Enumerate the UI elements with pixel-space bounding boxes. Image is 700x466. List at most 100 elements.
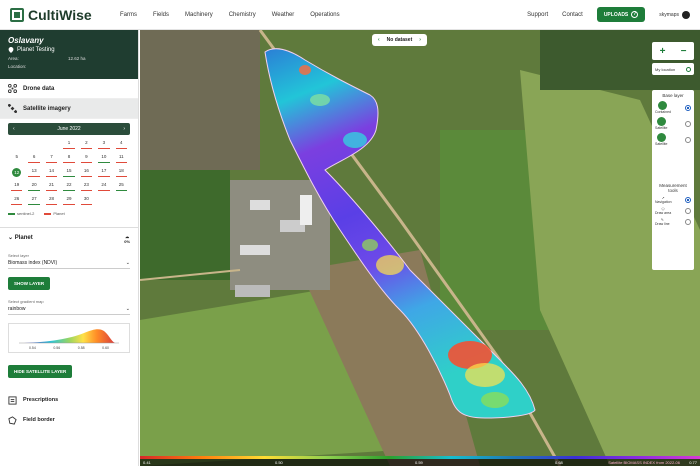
calendar-day-number: 16 — [83, 168, 89, 173]
calendar-day-number: 21 — [49, 182, 55, 187]
calendar-day[interactable]: 24 — [95, 182, 112, 191]
base-layer-option[interactable]: Satellite — [655, 117, 691, 130]
calendar-day[interactable]: 17 — [95, 168, 112, 177]
calendar-day — [113, 196, 130, 205]
logo-icon — [10, 7, 24, 22]
sidebar-item-satellite-imagery[interactable]: Satellite imagery — [0, 99, 138, 119]
calendar-day[interactable]: 7 — [43, 154, 60, 163]
sidebar-item-field-border[interactable]: Field border — [0, 410, 138, 430]
calendar-day — [25, 140, 42, 149]
radio-button[interactable] — [685, 208, 691, 214]
measure-option[interactable]: ⬠ Draw area — [655, 207, 691, 215]
availability-bar — [80, 189, 93, 191]
base-layer-option[interactable]: Satellite — [655, 133, 691, 146]
option-label: Contained — [655, 110, 671, 114]
calendar-day[interactable]: 12 — [8, 168, 25, 177]
planet-header[interactable]: ⌄ Planet ☁ 0% — [8, 234, 130, 244]
zoom-out-icon[interactable]: − — [681, 46, 687, 57]
calendar-day-number: 28 — [49, 196, 55, 201]
availability-bar — [28, 203, 40, 205]
calendar-day[interactable]: 29 — [60, 196, 77, 205]
base-layer-option[interactable]: Contained — [655, 101, 691, 114]
map-view[interactable]: ‹ No dataset › + − My location Base laye… — [140, 30, 700, 466]
option-label: Draw line — [655, 222, 670, 226]
nav-operations[interactable]: Operations — [310, 12, 339, 18]
calendar-day[interactable]: 10 — [95, 154, 112, 163]
uploads-button[interactable]: UPLOADS ? — [596, 7, 646, 22]
my-location-button[interactable]: My location — [652, 63, 694, 75]
satellite-map[interactable] — [140, 30, 700, 466]
calendar-day[interactable]: 15 — [60, 168, 77, 177]
calendar-day[interactable]: 18 — [113, 168, 130, 177]
top-right-links: Support Contact UPLOADS ? skymaps — [527, 7, 690, 22]
calendar-day[interactable]: 16 — [78, 168, 95, 177]
calendar-day[interactable]: 21 — [43, 182, 60, 191]
calendar-day[interactable]: 11 — [113, 154, 130, 163]
layer-select[interactable]: Biomass index (NDVI) ⌄ — [8, 260, 130, 269]
check-icon — [656, 117, 666, 126]
prescription-icon — [8, 395, 17, 405]
support-link[interactable]: Support — [527, 12, 548, 18]
nav-chemistry[interactable]: Chemistry — [229, 12, 256, 18]
radio-button[interactable] — [685, 219, 691, 225]
calendar-day[interactable]: 14 — [43, 168, 60, 177]
user-name: skymaps — [659, 11, 679, 18]
calendar-day[interactable]: 19 — [8, 182, 25, 191]
next-month-icon[interactable]: › — [123, 126, 125, 132]
availability-bar — [45, 203, 58, 205]
nav-weather[interactable]: Weather — [272, 12, 295, 18]
calendar-day[interactable]: 5 — [8, 154, 25, 163]
availability-bar — [11, 203, 23, 205]
availability-bar — [45, 175, 58, 177]
calendar-day-number: 10 — [101, 154, 107, 159]
hide-satellite-layer-button[interactable]: HIDE SATELLITE LAYER — [8, 365, 73, 378]
gradient-select[interactable]: rainbow ⌄ — [8, 306, 130, 315]
calendar-day[interactable]: 3 — [95, 140, 112, 149]
calendar-day[interactable]: 1 — [60, 140, 77, 149]
my-location-label: My location — [655, 66, 676, 72]
sidebar: Oslavany Planet Testing Area: 12.62 ha L… — [0, 30, 139, 466]
chevron-right-icon[interactable]: › — [419, 37, 421, 43]
calendar-day[interactable]: 28 — [43, 196, 60, 205]
prev-month-icon[interactable]: ‹ — [13, 126, 15, 132]
calendar-grid: 1 2 3 4 5 6 7 8 9 10 11 12 13 14 15 16 17 18 19 20 21 22 23 24 2… — [8, 140, 130, 205]
dataset-selector[interactable]: ‹ No dataset › — [372, 34, 427, 46]
calendar-day[interactable]: 23 — [78, 182, 95, 191]
sidebar-item-drone-data[interactable]: Drone data — [0, 79, 138, 99]
calendar-day[interactable]: 26 — [8, 196, 25, 205]
calendar-day[interactable]: 20 — [25, 182, 42, 191]
radio-button[interactable] — [685, 104, 691, 111]
calendar-day[interactable]: 6 — [25, 154, 42, 163]
measure-option[interactable]: ➚ Navigation — [655, 196, 691, 204]
calendar-day[interactable]: 2 — [78, 140, 95, 149]
option-label: Navigation — [655, 200, 672, 204]
show-layer-button[interactable]: SHOW LAYER — [8, 277, 51, 290]
radio-button[interactable] — [685, 120, 691, 127]
calendar-day-number: 17 — [101, 168, 107, 173]
sidebar-item-prescriptions[interactable]: Prescriptions — [0, 390, 138, 410]
calendar-day[interactable]: 25 — [113, 182, 130, 191]
nav-fields[interactable]: Fields — [153, 12, 169, 18]
nav-machinery[interactable]: Machinery — [185, 12, 213, 18]
radio-button[interactable] — [685, 136, 691, 143]
calendar-day[interactable]: 8 — [60, 154, 77, 163]
calendar-day[interactable]: 9 — [78, 154, 95, 163]
user-menu[interactable]: skymaps — [659, 10, 690, 19]
scale-label: 0.77 — [689, 460, 697, 465]
calendar-day[interactable]: 27 — [25, 196, 42, 205]
scale-label: 0.59 — [415, 460, 423, 465]
calendar-day[interactable]: 4 — [113, 140, 130, 149]
calendar-day[interactable]: 30 — [78, 196, 95, 205]
chevron-down-icon: ⌄ — [8, 235, 14, 241]
check-icon — [658, 101, 668, 110]
chevron-down-icon: ⌄ — [125, 306, 130, 312]
availability-bar — [63, 175, 75, 177]
radio-button[interactable] — [685, 197, 691, 203]
calendar-day[interactable]: 22 — [60, 182, 77, 191]
nav-farms[interactable]: Farms — [120, 12, 137, 18]
zoom-in-icon[interactable]: + — [660, 46, 666, 57]
calendar-day[interactable]: 13 — [25, 168, 42, 177]
measure-option[interactable]: ✎ Draw line — [655, 218, 691, 226]
contact-link[interactable]: Contact — [562, 12, 583, 18]
chevron-left-icon[interactable]: ‹ — [378, 37, 380, 43]
